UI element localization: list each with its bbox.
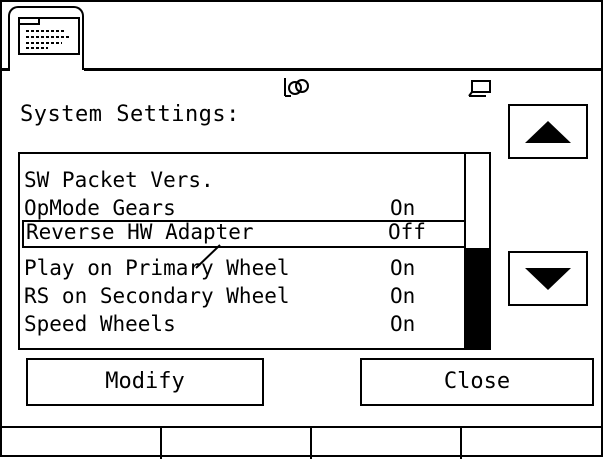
settings-list[interactable]: SW Packet Vers. OpMode Gears On Reverse … — [18, 152, 491, 350]
softkey-bar — [0, 426, 603, 459]
arrow-down-icon — [525, 268, 571, 290]
list-item-label: Play on Primary Wheel — [24, 256, 290, 280]
scrollbar-thumb[interactable] — [466, 248, 489, 348]
screen-icon — [468, 80, 491, 97]
softkey-4[interactable] — [462, 428, 603, 459]
tab-divider — [84, 68, 603, 71]
scroll-up-button[interactable] — [508, 104, 588, 159]
list-item[interactable]: Play on Primary Wheel On — [24, 256, 464, 280]
softkey-3[interactable] — [312, 428, 462, 459]
list-item-label: Reverse HW Adapter — [26, 220, 254, 244]
list-item-value: On — [390, 284, 416, 308]
list-item-label: SW Packet Vers. — [24, 168, 214, 192]
settings-tab[interactable] — [8, 6, 84, 70]
list-item[interactable]: SW Packet Vers. — [24, 168, 464, 192]
list-item-selected[interactable]: Reverse HW Adapter Off — [22, 220, 466, 248]
list-item[interactable]: OpMode Gears On — [24, 196, 464, 220]
list-item-value: On — [390, 196, 416, 220]
list-item[interactable]: Speed Wheels On — [24, 312, 464, 336]
arrow-up-icon — [525, 121, 571, 143]
link-icon — [284, 78, 309, 97]
softkey-2[interactable] — [162, 428, 312, 459]
pointer-cursor-icon — [195, 244, 221, 269]
list-item-value: On — [390, 256, 416, 280]
list-scrollbar[interactable] — [464, 154, 489, 348]
settings-document-icon — [18, 17, 80, 55]
scroll-down-button[interactable] — [508, 251, 588, 306]
page-title: System Settings: — [20, 102, 240, 127]
list-item-value: Off — [388, 220, 426, 244]
softkey-1[interactable] — [0, 428, 162, 459]
list-item-value: On — [390, 312, 416, 336]
list-item-label: OpMode Gears — [24, 196, 176, 220]
list-item-label: Speed Wheels — [24, 312, 176, 336]
list-item-label: RS on Secondary Wheel — [24, 284, 290, 308]
list-item[interactable]: RS on Secondary Wheel On — [24, 284, 464, 308]
modify-button[interactable]: Modify — [26, 358, 264, 406]
close-button[interactable]: Close — [360, 358, 594, 406]
